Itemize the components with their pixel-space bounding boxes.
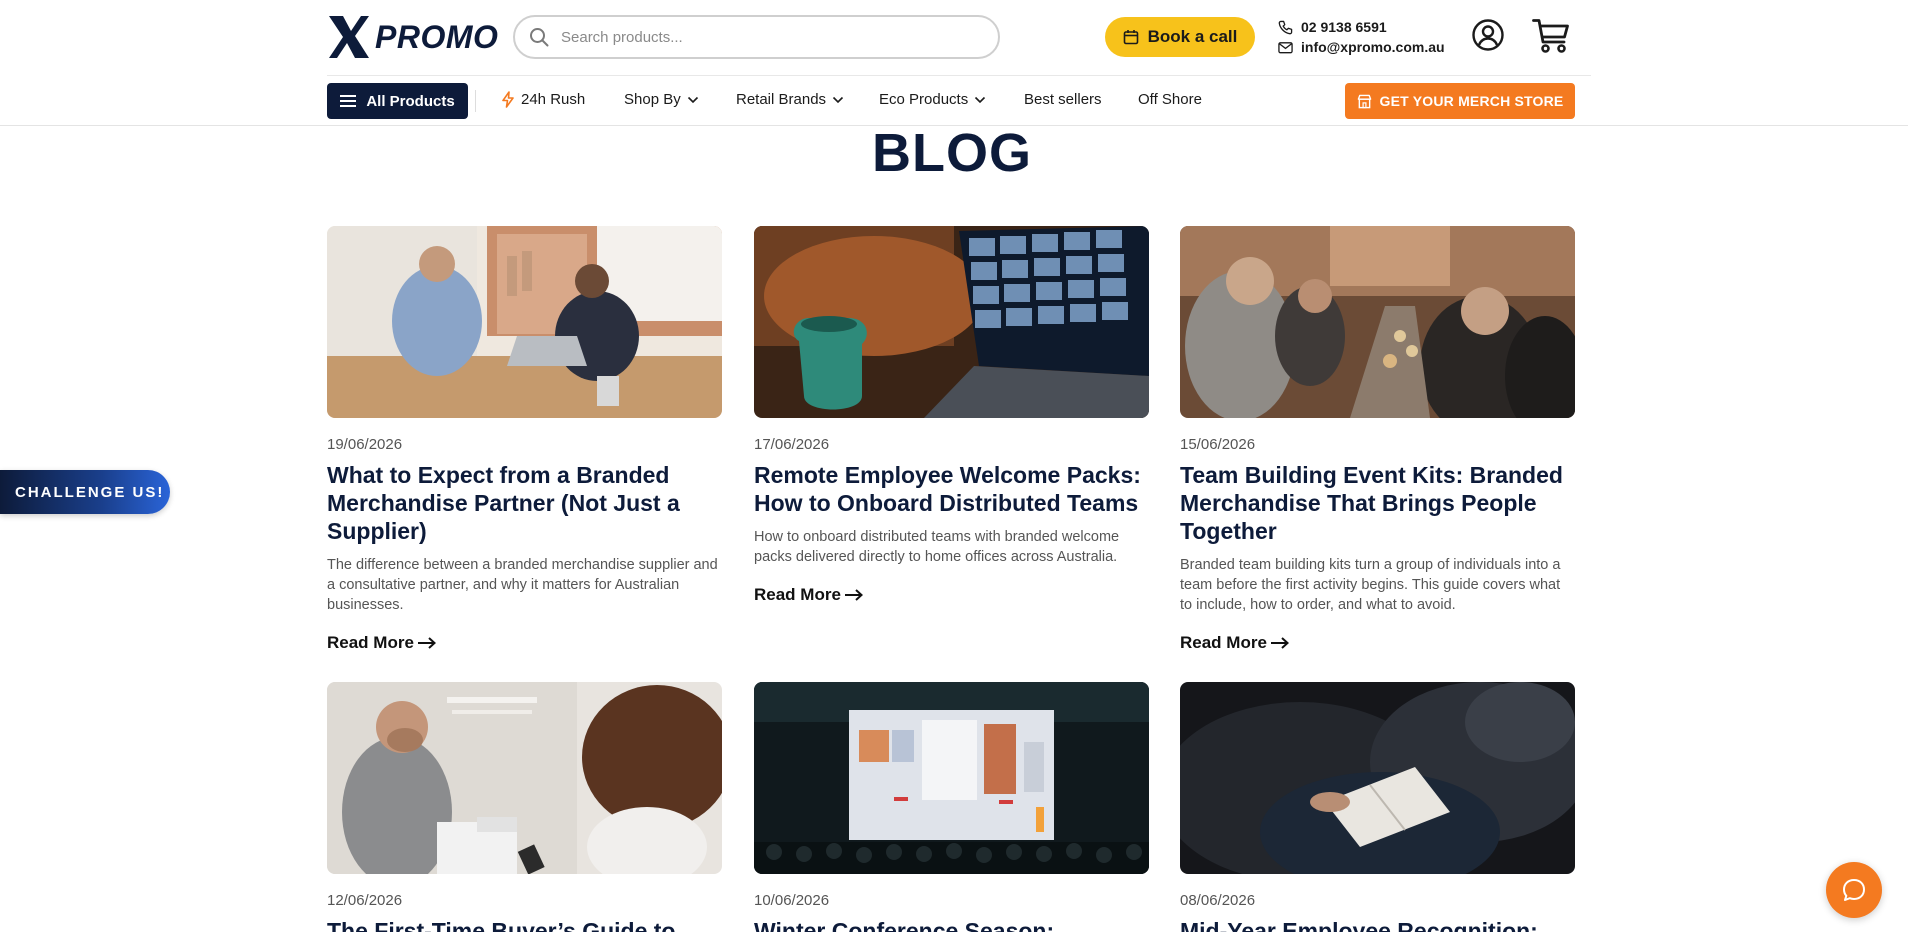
book-a-call-button[interactable]: Book a call (1105, 17, 1255, 57)
nav-item-label: 24h Rush (521, 91, 586, 108)
chevron-down-icon (832, 96, 844, 103)
read-more-link[interactable]: Read More (1180, 633, 1575, 653)
lightning-icon (502, 91, 514, 108)
nav-item-shop-by[interactable]: Shop By (624, 91, 699, 108)
nav-item-24h-rush[interactable]: 24h Rush (501, 91, 585, 108)
post-title[interactable]: What to Expect from a Branded Merchandis… (327, 461, 722, 545)
logo[interactable]: PROMO (327, 14, 498, 60)
post-excerpt: How to onboard distributed teams with br… (754, 529, 1120, 565)
post-date: 12/06/2026 (327, 892, 403, 909)
retail-counter-image[interactable] (327, 682, 722, 874)
post-title[interactable]: Team Building Event Kits: Branded Mercha… (1180, 461, 1575, 545)
blog-card[interactable]: 12/06/2026 The First-Time Buyer’s Guide … (327, 682, 722, 932)
blog-card[interactable]: 19/06/2026 What to Expect from a Branded… (327, 226, 722, 653)
calendar-icon (1123, 30, 1138, 45)
nav-item-retail-brands[interactable]: Retail Brands (736, 91, 844, 108)
logo-text: PROMO (375, 18, 499, 55)
chat-bubble-icon (1843, 879, 1865, 901)
read-more-label: Read More (754, 585, 841, 604)
search-icon (530, 28, 549, 47)
phone-icon (1278, 20, 1293, 34)
post-title[interactable]: Winter Conference Season: Branded (754, 917, 1149, 932)
mail-icon (1278, 41, 1293, 53)
blog-card[interactable]: 08/06/2026 Mid-Year Employee Recognition… (1180, 682, 1575, 932)
read-more-label: Read More (1180, 633, 1267, 652)
nav-item-label: Retail Brands (736, 91, 827, 108)
post-date: 08/06/2026 (1180, 892, 1256, 909)
nav-item-label: Eco Products (879, 91, 969, 108)
conference-stage-image[interactable] (754, 682, 1149, 874)
notebook-seminar-image[interactable] (1180, 682, 1575, 874)
nav-item-label: Best sellers (1024, 91, 1102, 108)
all-products-label: All Products (366, 92, 455, 110)
menu-icon (340, 95, 357, 107)
merch-store-button[interactable]: GET YOUR MERCH STORE (1345, 83, 1575, 119)
chevron-down-icon (975, 96, 986, 103)
blog-card[interactable]: 15/06/2026 Team Building Event Kits: Bra… (1180, 226, 1575, 653)
challenge-us-button[interactable]: CHALLENGE US! (0, 470, 170, 514)
book-a-call-label: Book a call (1147, 27, 1238, 46)
x-logo-icon (329, 16, 369, 58)
search-bar[interactable] (513, 15, 1000, 59)
nav-item-label: Off Shore (1138, 91, 1202, 108)
post-title[interactable]: Mid-Year Employee Recognition: Why (1180, 917, 1575, 932)
post-date: 15/06/2026 (1180, 436, 1256, 453)
email-address: info@xpromo.com.au (1301, 39, 1445, 55)
read-more-link[interactable]: Read More (754, 585, 1149, 605)
video-call-laptop-image[interactable] (754, 226, 1149, 418)
nav-item-label: Shop By (624, 91, 681, 108)
page-title: BLOG (872, 123, 1032, 183)
arrow-right-icon (844, 589, 863, 601)
top-bar: PROMO Book a call 02 9138 65 (327, 0, 1591, 76)
phone-number: 02 9138 6591 (1301, 19, 1387, 35)
phone-row[interactable]: 02 9138 6591 (1278, 17, 1445, 37)
cart-icon (1532, 19, 1569, 53)
read-more-label: Read More (327, 633, 414, 652)
site-header: PROMO Book a call 02 9138 65 (0, 0, 1908, 126)
arrow-right-icon (417, 637, 436, 649)
arrow-right-icon (1270, 637, 1289, 649)
office-high-five-image[interactable] (327, 226, 722, 418)
blog-card[interactable]: 10/06/2026 Winter Conference Season: Bra… (754, 682, 1149, 932)
post-excerpt: The difference between a branded merchan… (327, 557, 718, 613)
main-nav: All Products 24h Rush Shop By Retail Bra… (327, 76, 1591, 126)
search-input[interactable] (561, 28, 961, 46)
chevron-down-icon (687, 96, 698, 103)
post-title[interactable]: Remote Employee Welcome Packs: How to On… (754, 461, 1149, 517)
store-icon (1357, 94, 1371, 108)
email-row[interactable]: info@xpromo.com.au (1278, 37, 1445, 57)
nav-item-eco-products[interactable]: Eco Products (879, 91, 986, 108)
challenge-us-label: CHALLENGE US! (15, 483, 165, 501)
nav-item-off-shore[interactable]: Off Shore (1138, 91, 1202, 108)
post-date: 19/06/2026 (327, 436, 403, 453)
nav-item-best-sellers[interactable]: Best sellers (1024, 91, 1102, 108)
contact-info: 02 9138 6591 info@xpromo.com.au (1278, 17, 1445, 57)
post-excerpt: Branded team building kits turn a group … (1180, 557, 1561, 613)
post-date: 10/06/2026 (754, 892, 830, 909)
chat-button[interactable] (1826, 862, 1882, 918)
read-more-link[interactable]: Read More (327, 633, 722, 653)
nav-divider (475, 90, 476, 112)
blog-card[interactable]: 17/06/2026 Remote Employee Welcome Packs… (754, 226, 1149, 605)
post-date: 17/06/2026 (754, 436, 830, 453)
team-dinner-image[interactable] (1180, 226, 1575, 418)
account-button[interactable] (1472, 19, 1504, 56)
post-title[interactable]: The First-Time Buyer’s Guide to (327, 917, 722, 932)
merch-store-label: GET YOUR MERCH STORE (1379, 93, 1564, 109)
user-icon (1472, 19, 1504, 51)
all-products-button[interactable]: All Products (327, 83, 468, 119)
cart-button[interactable] (1532, 18, 1570, 59)
